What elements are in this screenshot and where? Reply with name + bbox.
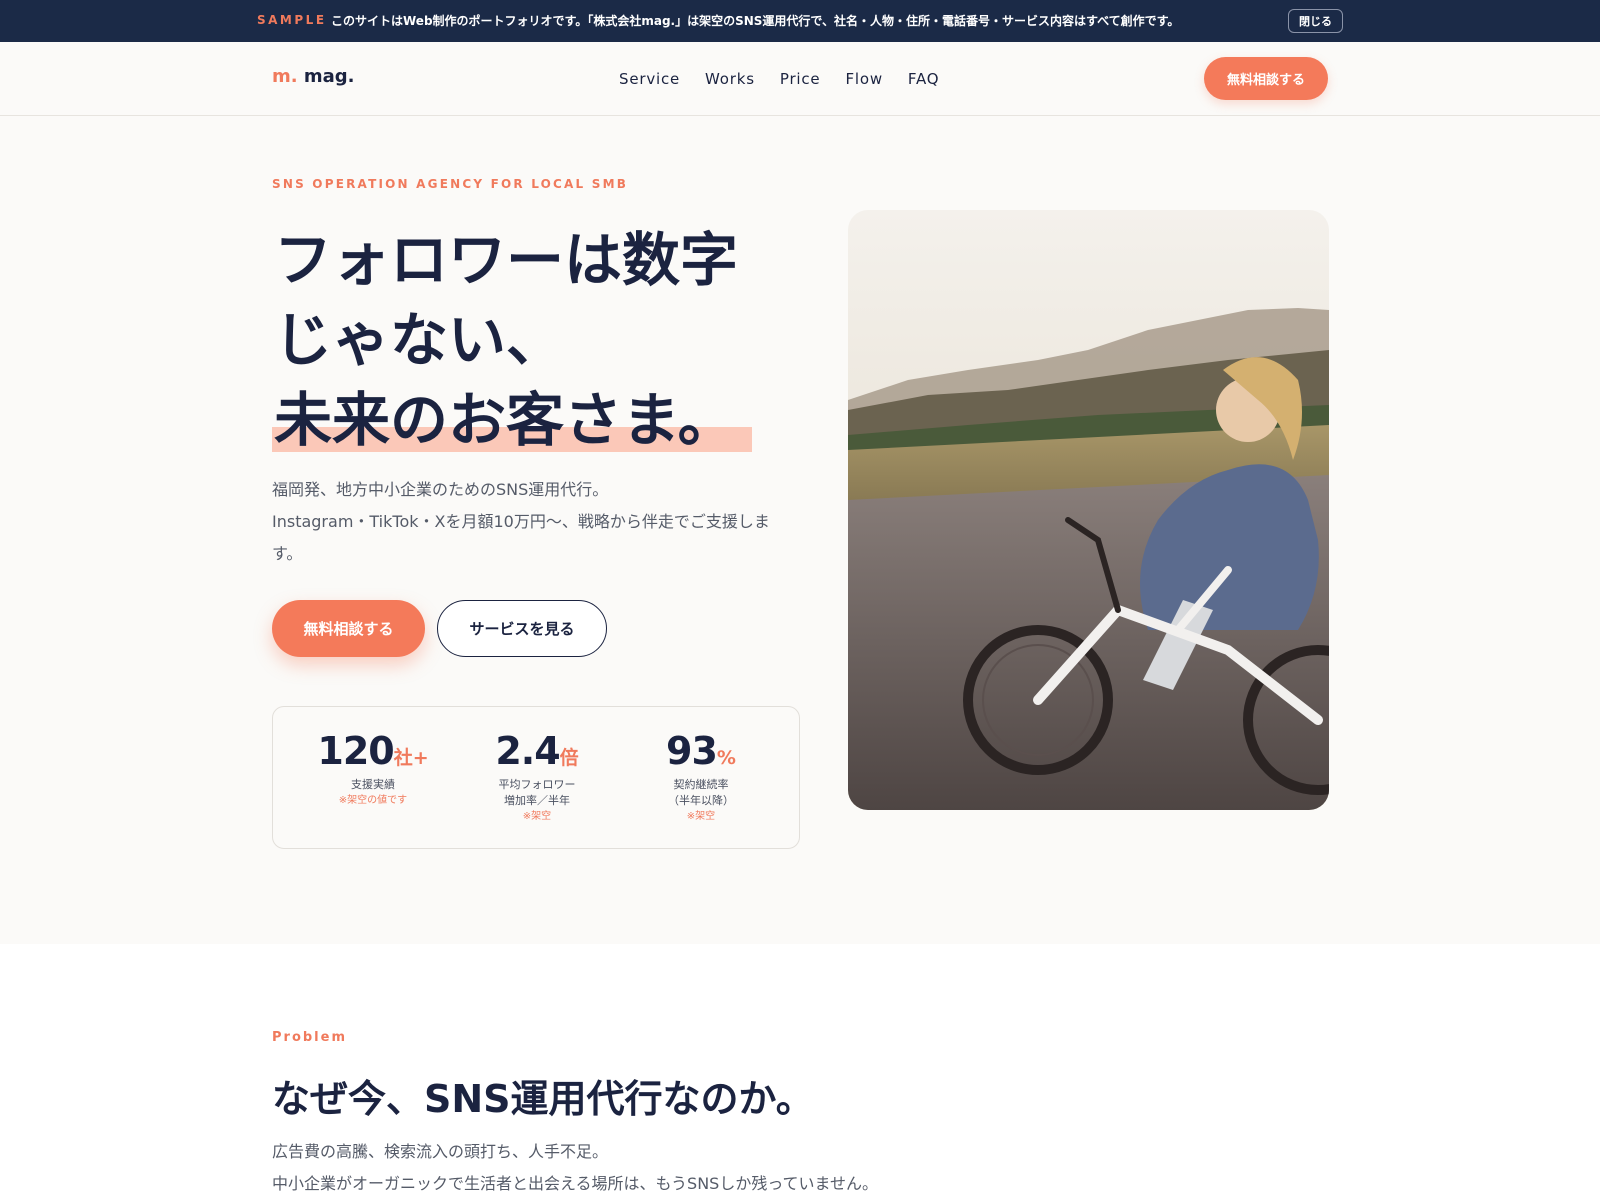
stat-value: 93 xyxy=(666,729,718,773)
stat-note: ※架空の値です xyxy=(338,795,408,806)
stat-label: （半年以降） xyxy=(668,794,734,807)
hero-title-line: じゃない、 xyxy=(274,306,565,374)
stat-note: ※架空 xyxy=(686,811,716,822)
nav-flow[interactable]: Flow xyxy=(845,70,882,88)
hero-photo-illustration xyxy=(848,210,1329,810)
hero-description-line: Instagram・TikTok・Xを月額10万円〜、戦略から伴走でご支援しま xyxy=(272,512,770,531)
sample-disclaimer: このサイトはWeb制作のポートフォリオです。「株式会社mag.」は架空のSNS運… xyxy=(331,14,1180,28)
problem-title: なぜ今、SNS運用代行なのか。 xyxy=(272,1077,814,1121)
sample-banner: SAMPLE このサイトはWeb制作のポートフォリオです。「株式会社mag.」は… xyxy=(0,0,1600,42)
nav-works[interactable]: Works xyxy=(705,70,755,88)
hero-eyebrow: SNS OPERATION AGENCY FOR LOCAL SMB xyxy=(272,177,629,191)
nav-service[interactable]: Service xyxy=(619,70,680,88)
stat-label: 増加率／半年 xyxy=(504,794,570,807)
stat-label: 契約継続率 xyxy=(673,778,729,791)
hero-description-line: す。 xyxy=(272,544,303,563)
stat-unit: 倍 xyxy=(559,747,579,769)
stats-card: 120社+ 支援実績 ※架空の値です 2.4倍 平均フォロワー 増加率／半年 ※… xyxy=(272,706,800,849)
logo-text: mag. xyxy=(303,66,355,87)
stat-label: 支援実績 xyxy=(351,778,395,791)
stat-note: ※架空 xyxy=(522,811,552,822)
main-nav: Service Works Price Flow FAQ xyxy=(619,70,964,88)
problem-body: 広告費の高騰、検索流入の頭打ち、人手不足。 中小企業がオーガニックで生活者と出会… xyxy=(272,1136,1072,1200)
stat-value: 2.4 xyxy=(495,729,560,773)
hero-title-line: フォロワーは数字 xyxy=(274,226,739,294)
stat-value: 120 xyxy=(317,729,394,773)
nav-faq[interactable]: FAQ xyxy=(908,70,939,88)
header-consult-button[interactable]: 無料相談する xyxy=(1204,57,1328,100)
stat-follower-growth: 2.4倍 平均フォロワー 増加率／半年 ※架空 xyxy=(457,729,617,825)
hero-description-line: 福岡発、地方中小企業のためのSNS運用代行。 xyxy=(272,480,609,499)
problem-body-line: 中小企業がオーガニックで生活者と出会える場所は、もうSNSしか残っていません。 xyxy=(272,1174,879,1193)
stat-support: 120社+ 支援実績 ※架空の値です xyxy=(293,729,453,809)
site-header: m. mag. Service Works Price Flow FAQ 無料相… xyxy=(0,42,1600,116)
view-services-button[interactable]: サービスを見る xyxy=(437,600,607,657)
nav-price[interactable]: Price xyxy=(780,70,821,88)
hero-title: フォロワーは数字 じゃない、 未来のお客さま。 xyxy=(274,220,774,460)
consult-button[interactable]: 無料相談する xyxy=(272,600,425,657)
problem-eyebrow: Problem xyxy=(272,1030,347,1045)
logo[interactable]: m. mag. xyxy=(272,66,355,87)
stat-unit: % xyxy=(716,747,736,769)
close-banner-button[interactable]: 閉じる xyxy=(1288,9,1343,33)
sample-tag: SAMPLE xyxy=(257,13,327,27)
stat-label: 平均フォロワー xyxy=(498,778,576,791)
stat-retention: 93% 契約継続率 （半年以降） ※架空 xyxy=(621,729,781,825)
problem-body-line: 広告費の高騰、検索流入の頭打ち、人手不足。 xyxy=(272,1142,609,1161)
hero-description: 福岡発、地方中小企業のためのSNS運用代行。 Instagram・TikTok・… xyxy=(272,474,802,570)
hero-title-line: 未来のお客さま。 xyxy=(274,386,736,454)
stat-unit: 社+ xyxy=(393,747,429,769)
hero-photo xyxy=(848,210,1329,810)
logo-mark: m. xyxy=(272,66,298,87)
